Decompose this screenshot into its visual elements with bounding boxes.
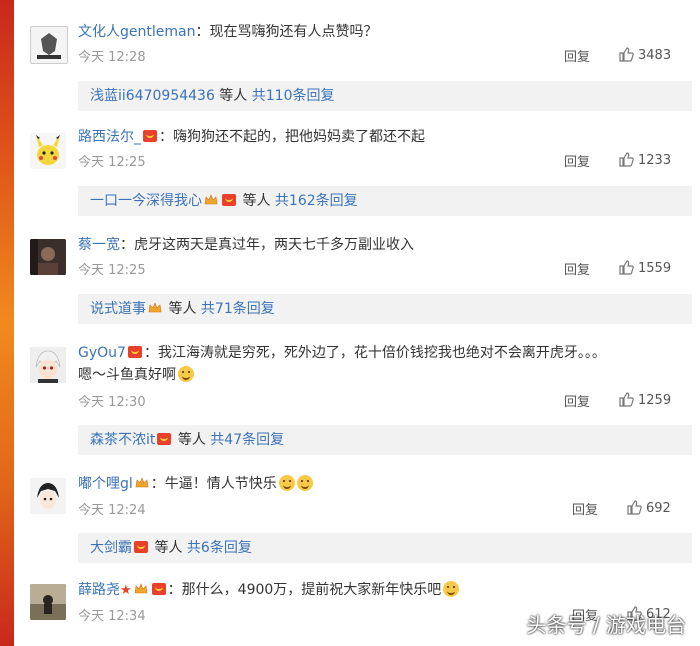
fan-badge-icon [151, 583, 166, 595]
avatar[interactable] [30, 584, 66, 620]
crown-icon [135, 477, 149, 488]
avatar-logo-icon [31, 27, 67, 63]
reply-button[interactable]: 回复 [564, 391, 590, 410]
thumbs-up-icon [619, 47, 634, 62]
like-button[interactable]: 1559 [618, 259, 671, 276]
thumbs-up-icon [619, 152, 634, 167]
like-button[interactable]: 1233 [618, 151, 671, 168]
timestamp: 今天 12:25 [78, 263, 146, 278]
comment-text-continued: 嗯～斗鱼真好啊 [78, 367, 176, 383]
avatar[interactable] [30, 478, 66, 514]
reply-button[interactable]: 回复 [564, 46, 590, 65]
sub-reply-user[interactable]: 一口一今深得我心 [90, 193, 202, 209]
comment-text-line2: 嗯～斗鱼真好啊 [78, 365, 194, 385]
sub-reply-count-link[interactable]: 共71条回复 [201, 301, 275, 317]
comment-text: ：嗨狗狗还不起的，把他妈妈卖了都还不起 [159, 129, 425, 145]
avatar[interactable] [30, 347, 66, 383]
like-count: 1233 [638, 153, 672, 168]
sub-reply-count-link[interactable]: 共110条回复 [252, 88, 335, 104]
reply-button[interactable]: 回复 [564, 259, 590, 278]
emoji-icon [178, 366, 194, 382]
emoji-icon [443, 581, 460, 597]
sub-reply-user[interactable]: 说式道事 [90, 301, 146, 317]
timestamp: 今天 12:34 [78, 609, 146, 624]
comment-line: 薛路尧★ ：那什么，4900万，提前祝大家新年快乐吧 [78, 580, 460, 601]
sub-reply-mid-text: 等人 [214, 88, 252, 104]
sub-reply-mid-text: 等人 [173, 432, 211, 448]
sub-reply-user[interactable]: 森茶不浓it [90, 432, 155, 448]
sub-replies-box[interactable]: 大剑霸 等人 共6条回复 [78, 533, 692, 563]
reply-button[interactable]: 回复 [572, 499, 598, 518]
username-link[interactable]: GyOu7 [78, 345, 126, 361]
sub-replies-box[interactable]: 浅蓝ii6470954436 等人 共110条回复 [78, 81, 692, 111]
username-link[interactable]: 路西法尔_ [78, 129, 141, 145]
sub-reply-count-link[interactable]: 共162条回复 [275, 193, 358, 209]
fan-badge-icon [143, 130, 157, 142]
comment-list: 文化人gentleman：现在骂嗨狗还有人点赞吗？ 今天 12:28 回复 34… [14, 0, 700, 646]
avatar-photo-icon [30, 239, 66, 275]
timestamp: 今天 12:28 [78, 50, 146, 65]
username-link[interactable]: 文化人gentleman [78, 24, 195, 40]
comment-text: ：现在骂嗨狗还有人点赞吗？ [195, 24, 378, 40]
username-link[interactable]: 薛路尧 [78, 582, 120, 598]
sub-replies-box[interactable]: 说式道事 等人 共71条回复 [78, 294, 692, 324]
username-link[interactable]: 嘟个哩gl [78, 476, 133, 492]
comment-text: ：牛逼！情人节快乐 [150, 476, 277, 492]
avatar[interactable] [30, 133, 66, 169]
sub-reply-user[interactable]: 大剑霸 [90, 540, 132, 556]
like-count: 1259 [638, 393, 672, 408]
thumbs-up-icon [619, 392, 634, 407]
reply-button[interactable]: 回复 [564, 151, 590, 170]
avatar-anime-icon [30, 347, 66, 383]
sub-replies-box[interactable]: 森茶不浓it 等人 共47条回复 [78, 425, 692, 455]
avatar[interactable] [30, 239, 66, 275]
comment-line: 蔡一宽：虎牙这两天是真过年，两天七千多万副业收入 [78, 235, 414, 255]
watermark-text: 头条号 / 游戏电台 [526, 613, 686, 637]
timestamp: 今天 12:30 [78, 395, 146, 410]
like-button[interactable]: 692 [626, 499, 671, 516]
comment-line: GyOu7 ：我江海涛就是穷死，死外边了，花十倍价钱挖我也绝对不会离开虎牙。。。 [78, 343, 606, 363]
emoji-icon [278, 475, 295, 491]
like-count: 3483 [638, 48, 672, 63]
comment-line: 文化人gentleman：现在骂嗨狗还有人点赞吗？ [78, 22, 377, 42]
thumbs-up-icon [627, 500, 642, 515]
avatar[interactable] [30, 26, 68, 64]
crown-icon [134, 583, 148, 594]
sub-reply-mid-text: 等人 [238, 193, 275, 209]
thumbs-up-icon [619, 260, 634, 275]
sub-reply-count-link[interactable]: 共6条回复 [187, 540, 252, 556]
crown-icon [148, 302, 162, 313]
comment-line: 路西法尔_ ：嗨狗狗还不起的，把他妈妈卖了都还不起 [78, 127, 425, 147]
comment-text: ：虎牙这两天是真过年，两天七千多万副业收入 [120, 237, 414, 253]
left-decor-strip [0, 0, 14, 646]
emoji-icon [296, 475, 313, 491]
username-link[interactable]: 蔡一宽 [78, 237, 120, 253]
like-count: 1559 [638, 261, 672, 276]
sub-reply-count-link[interactable]: 共47条回复 [210, 432, 284, 448]
like-button[interactable]: 1259 [618, 391, 671, 408]
like-count: 692 [646, 501, 671, 516]
sub-replies-box[interactable]: 一口一今深得我心 等人 共162条回复 [78, 186, 692, 216]
fan-badge-icon [222, 194, 236, 206]
sub-reply-mid-text: 等人 [150, 540, 187, 556]
avatar-pikachu-icon [30, 133, 66, 169]
fan-badge-icon [157, 433, 172, 445]
comment-text: ：那什么，4900万，提前祝大家新年快乐吧 [167, 582, 442, 598]
avatar-anime-icon [30, 478, 66, 514]
timestamp: 今天 12:24 [78, 503, 146, 518]
sub-reply-mid-text: 等人 [164, 301, 201, 317]
sub-reply-user[interactable]: 浅蓝ii6470954436 [90, 88, 215, 104]
crown-icon [204, 194, 218, 205]
avatar-photo-icon [30, 584, 66, 620]
like-button[interactable]: 3483 [618, 46, 671, 63]
timestamp: 今天 12:25 [78, 155, 146, 170]
fan-badge-icon [134, 541, 148, 553]
star-icon: ★ [120, 583, 132, 598]
comment-text: ：我江海涛就是穷死，死外边了，花十倍价钱挖我也绝对不会离开虎牙。。。 [143, 345, 606, 361]
comment-line: 嘟个哩gl ：牛逼！情人节快乐 [78, 474, 313, 494]
fan-badge-icon [127, 346, 142, 358]
